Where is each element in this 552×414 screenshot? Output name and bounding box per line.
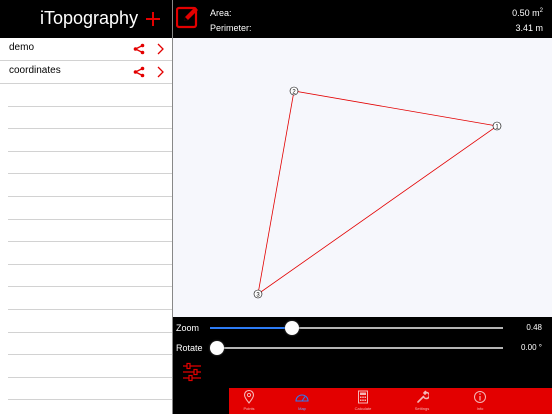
tab-label: Settings	[414, 406, 430, 411]
app-title: iTopography	[40, 8, 139, 28]
point-marker-3[interactable]: 3	[253, 289, 263, 299]
area-value: 0.50 m2	[512, 8, 543, 18]
point-marker-2[interactable]: 2	[289, 86, 299, 96]
empty-row	[8, 265, 173, 288]
map-controls: Zoom 0.48 Rotate 0.00 °	[173, 317, 552, 388]
tab-label: Calculate	[354, 406, 372, 411]
empty-row	[8, 152, 173, 175]
zoom-value: 0.48	[526, 323, 542, 332]
tab-bar: Points Map Calculate Settings Info	[229, 388, 552, 414]
tab-label: Info	[476, 406, 484, 411]
project-list-panel: iTopography demo coordinates	[0, 0, 173, 414]
empty-row	[8, 197, 173, 220]
empty-row	[8, 378, 173, 401]
empty-row	[8, 242, 173, 265]
filter-settings-button[interactable]	[181, 362, 203, 382]
polygon-outline	[257, 90, 499, 295]
tab-label: Map	[298, 406, 306, 411]
zoom-slider-thumb[interactable]	[285, 321, 300, 335]
list-item-label: coordinates	[9, 65, 61, 76]
list-item-label: demo	[9, 42, 35, 53]
share-icon[interactable]	[133, 43, 145, 55]
area-unit-exponent: 2	[539, 8, 543, 14]
chevron-right-icon[interactable]	[156, 43, 164, 55]
area-label: Area:	[210, 8, 232, 18]
wrench-icon	[417, 390, 429, 403]
calculator-icon	[358, 390, 368, 404]
edit-button[interactable]	[175, 5, 200, 29]
sliders-icon	[183, 362, 201, 382]
empty-row	[8, 333, 173, 356]
map-canvas[interactable]: 1 2 3	[173, 38, 552, 317]
tab-map[interactable]: Map	[282, 388, 322, 414]
empty-row	[8, 220, 173, 243]
perimeter-value: 3.41 m	[515, 23, 543, 33]
protractor-icon	[295, 394, 309, 402]
zoom-slider-fill	[210, 327, 293, 329]
empty-row	[8, 310, 173, 333]
perimeter-label: Perimeter:	[210, 23, 252, 33]
list-item[interactable]: demo	[0, 38, 173, 61]
rotate-slider[interactable]	[210, 341, 503, 355]
rotate-label: Rotate	[176, 343, 203, 353]
add-project-button[interactable]	[143, 7, 163, 31]
rotate-value: 0.00 °	[521, 343, 542, 352]
project-list: demo coordinates	[0, 38, 173, 84]
zoom-label: Zoom	[176, 323, 200, 333]
tab-settings[interactable]: Settings	[402, 388, 442, 414]
empty-row	[8, 174, 173, 197]
tab-label: Points	[243, 406, 255, 411]
location-pin-icon	[243, 390, 255, 404]
edit-icon	[175, 6, 198, 29]
plus-icon	[146, 12, 160, 26]
list-item[interactable]: coordinates	[0, 61, 173, 84]
info-icon	[474, 391, 486, 403]
zoom-slider[interactable]	[210, 321, 503, 335]
empty-list-rows	[8, 84, 173, 401]
measurement-header: Area: Perimeter: 0.50 m2 3.41 m	[173, 0, 552, 38]
chevron-right-icon[interactable]	[156, 66, 164, 78]
empty-row	[8, 355, 173, 378]
rotate-slider-thumb[interactable]	[210, 341, 224, 355]
polygon-plot: 1 2 3	[253, 86, 502, 299]
share-icon[interactable]	[133, 66, 145, 78]
tab-calculate[interactable]: Calculate	[343, 388, 383, 414]
empty-row	[8, 129, 173, 152]
empty-row	[8, 107, 173, 130]
tab-points[interactable]: Points	[229, 388, 269, 414]
area-value-number: 0.50 m	[512, 8, 540, 18]
empty-row	[8, 287, 173, 310]
empty-row	[8, 84, 173, 107]
list-header: iTopography	[0, 0, 173, 38]
point-marker-1[interactable]: 1	[492, 121, 502, 131]
tab-info[interactable]: Info	[460, 388, 500, 414]
